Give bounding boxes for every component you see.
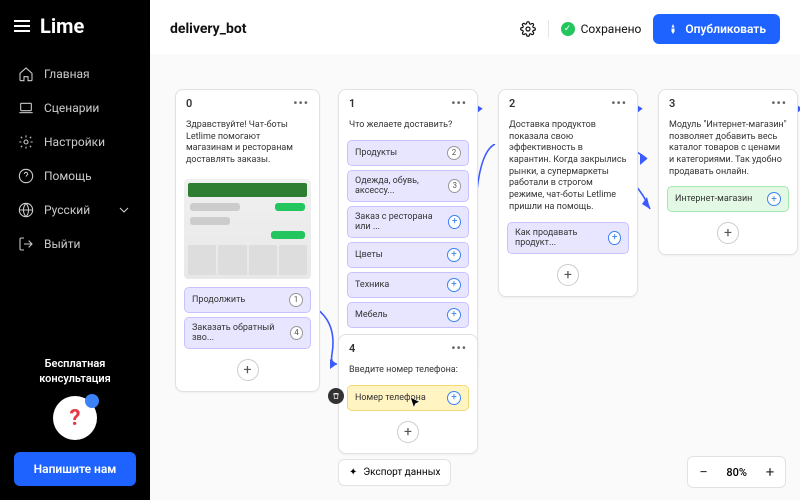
chevron-down-icon [116,202,132,218]
flow-card-0[interactable]: 0 ••• Здравствуйте! Чат-боты Letlime помо… [175,89,320,392]
check-icon: ✓ [561,22,575,36]
zoom-value: 80% [718,466,755,479]
card-message: Доставка продуктов показала свою эффекти… [507,116,629,218]
export-button[interactable]: ✦ Экспорт данных [338,459,451,486]
logout-icon [18,236,34,252]
plus-icon[interactable]: + [448,215,461,229]
help-icon [18,168,34,184]
option-callback[interactable]: Заказать обратный зво...4 [184,317,311,349]
link-badge: 1 [289,293,303,307]
delete-icon[interactable] [328,388,344,404]
nav-label: Настройки [44,135,105,149]
nav-settings[interactable]: Настройки [8,126,142,158]
main: delivery_bot ✓ Сохранено Опубликовать 0 •… [150,0,800,500]
hamburger-icon[interactable] [14,20,30,32]
saved-status: ✓ Сохранено [561,22,642,36]
card-menu-icon[interactable]: ••• [293,96,309,110]
nav-language[interactable]: Русский [8,194,142,226]
home-icon [18,66,34,82]
flow-card-4[interactable]: 4 ••• Введите номер телефона: Номер телеф… [338,334,478,454]
zoom-in-button[interactable]: + [755,457,785,487]
zoom-control: − 80% + [687,456,786,488]
card-menu-icon[interactable]: ••• [611,96,627,110]
zoom-out-button[interactable]: − [688,457,718,487]
phone-preview [184,179,311,279]
nav-label: Русский [44,203,90,217]
nav-home[interactable]: Главная [8,58,142,90]
plus-icon[interactable]: + [447,391,461,405]
option-clothes[interactable]: Одежда, обувь, аксессу...3 [347,170,469,202]
topbar: delivery_bot ✓ Сохранено Опубликовать [150,0,800,54]
consult-heading: Бесплатная консультация [14,357,136,386]
option-phone[interactable]: Номер телефона+ [347,385,469,411]
add-option-button[interactable]: + [717,222,739,244]
flow-canvas[interactable]: 0 ••• Здравствуйте! Чат-боты Letlime помо… [150,54,800,500]
option-tech[interactable]: Техника+ [347,272,469,298]
card-message: Что желаете доставить? [347,116,469,136]
gear-icon [18,134,34,150]
card-menu-icon[interactable]: ••• [451,341,467,355]
card-index: 1 [349,97,355,110]
nav-help[interactable]: Помощь [8,160,142,192]
card-index: 2 [509,97,515,110]
page-title: delivery_bot [170,21,246,37]
option-restaurant[interactable]: Заказ с ресторана или ...+ [347,206,469,238]
card-message: Модуль "Интернет-магазин" позволяет доба… [667,116,789,182]
settings-icon[interactable] [520,21,536,37]
plus-icon[interactable]: + [608,231,621,245]
globe-icon [18,202,34,218]
sidebar: Lime Главная Сценарии Настройки Помощь Р… [0,0,150,500]
nav-label: Сценарии [44,101,99,115]
publish-button[interactable]: Опубликовать [653,14,780,44]
card-message: Здравствуйте! Чат-боты Letlime помогают … [184,116,311,171]
card-index: 3 [669,97,675,110]
rocket-icon [667,23,679,35]
notification-dot [85,394,99,408]
nav-scenarios[interactable]: Сценарии [8,92,142,124]
help-avatar[interactable]: ? [53,396,97,440]
nav-label: Главная [44,67,90,81]
link-badge: 3 [448,179,461,193]
link-badge: 4 [290,326,303,340]
card-menu-icon[interactable]: ••• [451,96,467,110]
flow-card-1[interactable]: 1 ••• Что желаете доставить? Продукты2 Од… [338,89,478,371]
option-continue[interactable]: Продолжить1 [184,287,311,313]
card-message: Введите номер телефона: [347,361,469,381]
add-option-button[interactable]: + [557,264,579,286]
option-howto[interactable]: Как продавать продукт...+ [507,222,629,254]
nav-label: Выйти [44,237,80,251]
card-menu-icon[interactable]: ••• [771,96,787,110]
card-index: 0 [186,97,192,110]
link-badge: 2 [447,146,461,160]
plus-icon[interactable]: + [447,308,461,322]
add-option-button[interactable]: + [397,421,419,443]
flow-card-2[interactable]: 2 ••• Доставка продуктов показала свою эф… [498,89,638,297]
brand-logo: Lime [40,14,84,38]
nav-logout[interactable]: Выйти [8,228,142,260]
card-index: 4 [349,342,355,355]
plus-icon[interactable]: + [447,248,461,262]
plus-icon[interactable]: + [447,278,461,292]
option-products[interactable]: Продукты2 [347,140,469,166]
flow-card-3[interactable]: 3 ••• Модуль "Интернет-магазин" позволяет… [658,89,798,255]
add-option-button[interactable]: + [237,359,259,381]
nav-label: Помощь [44,169,92,183]
export-icon: ✦ [349,467,357,478]
plus-icon[interactable]: + [767,192,781,206]
question-icon: ? [70,406,81,431]
write-us-button[interactable]: Напишите нам [14,452,136,486]
laptop-icon [18,100,34,116]
option-store[interactable]: Интернет-магазин+ [667,186,789,212]
option-furniture[interactable]: Мебель+ [347,302,469,328]
option-flowers[interactable]: Цветы+ [347,242,469,268]
